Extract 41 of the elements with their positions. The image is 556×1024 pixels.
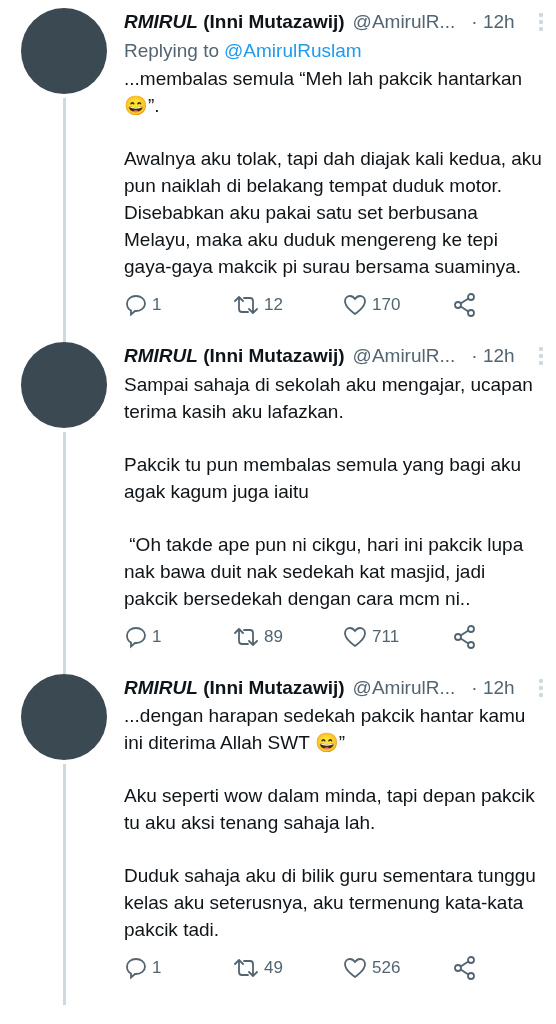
user-handle[interactable]: @AmirulR... xyxy=(352,342,456,371)
tweet-text: Sampai sahaja di sekolah aku mengajar, ucapan terima kasih aku lafazkan. xyxy=(124,372,534,424)
heart-icon xyxy=(342,956,368,980)
share-button[interactable] xyxy=(452,623,478,650)
like-button[interactable]: 526 xyxy=(342,955,452,981)
share-button[interactable] xyxy=(452,292,478,318)
like-button[interactable]: 711 xyxy=(342,623,452,650)
tweet-text: ...membalas semula “Meh lah pakcik hantarkan 😄”. xyxy=(124,67,524,118)
like-button[interactable]: 170 xyxy=(342,292,452,318)
reply-icon xyxy=(124,956,148,980)
retweet-button[interactable]: 12 xyxy=(232,292,342,318)
retweet-button[interactable]: 89 xyxy=(232,623,342,650)
display-name[interactable]: RMIRUL (Inni Mutazawij) xyxy=(124,8,345,37)
timestamp[interactable]: · 12h xyxy=(471,342,515,371)
reply-icon xyxy=(124,624,148,649)
tweet-text: ...dengan harapan sedekah pakcik hantar kamu ini diterima Allah SWT 😄” xyxy=(124,704,527,755)
heart-icon xyxy=(342,293,368,317)
user-handle[interactable]: @AmirulR... xyxy=(352,8,456,37)
retweet-button[interactable]: 49 xyxy=(232,955,342,981)
timestamp[interactable]: · 12h xyxy=(471,673,515,702)
retweet-icon xyxy=(232,293,260,317)
reply-button[interactable]: 1 xyxy=(124,955,232,981)
reply-icon xyxy=(124,293,148,317)
tweet-text: Aku seperti wow dalam minda, tapi depan pakcik tu aku aksi tenang sahaja lah. xyxy=(124,784,536,835)
retweet-icon xyxy=(232,956,260,980)
tweet-text: Duduk sahaja aku di bilik guru sementara tunggu kelas aku seterusnya, aku termenung kata-kata pakcik tadi. xyxy=(124,864,537,942)
share-icon xyxy=(452,292,478,318)
display-name[interactable]: RMIRUL (Inni Mutazawij) xyxy=(124,342,345,371)
heart-icon xyxy=(342,624,368,649)
reply-button[interactable]: 1 xyxy=(124,292,232,318)
share-icon xyxy=(452,623,478,650)
share-icon xyxy=(452,955,478,981)
share-button[interactable] xyxy=(452,955,478,981)
replying-label: Replying to xyxy=(124,38,220,63)
reply-button[interactable]: 1 xyxy=(124,623,232,650)
timestamp[interactable]: · 12h xyxy=(471,8,515,37)
tweet-text: Awalnya aku tolak, tapi dah diajak kali kedua, aku pun naiklah di belakang tempat duduk motor. Disebabkan aku pakai satu set berbusana Melayu, maka aku duduk mengereng ke tepi gaya-gaya makcik pi surau bersama suaminya. xyxy=(124,147,543,279)
tweet-text: “Oh takde ape pun ni cikgu, hari ini pakcik lupa nak bawa duit nak sedekah kat masjid, jadi pakcik bersedekah dengan cara mcm ni.. xyxy=(124,532,525,611)
display-name[interactable]: RMIRUL (Inni Mutazawij) xyxy=(124,673,345,702)
user-handle[interactable]: @AmirulR... xyxy=(352,673,456,702)
tweet-text: Pakcik tu pun membalas semula yang bagi aku agak kagum juga iaitu xyxy=(124,452,523,504)
